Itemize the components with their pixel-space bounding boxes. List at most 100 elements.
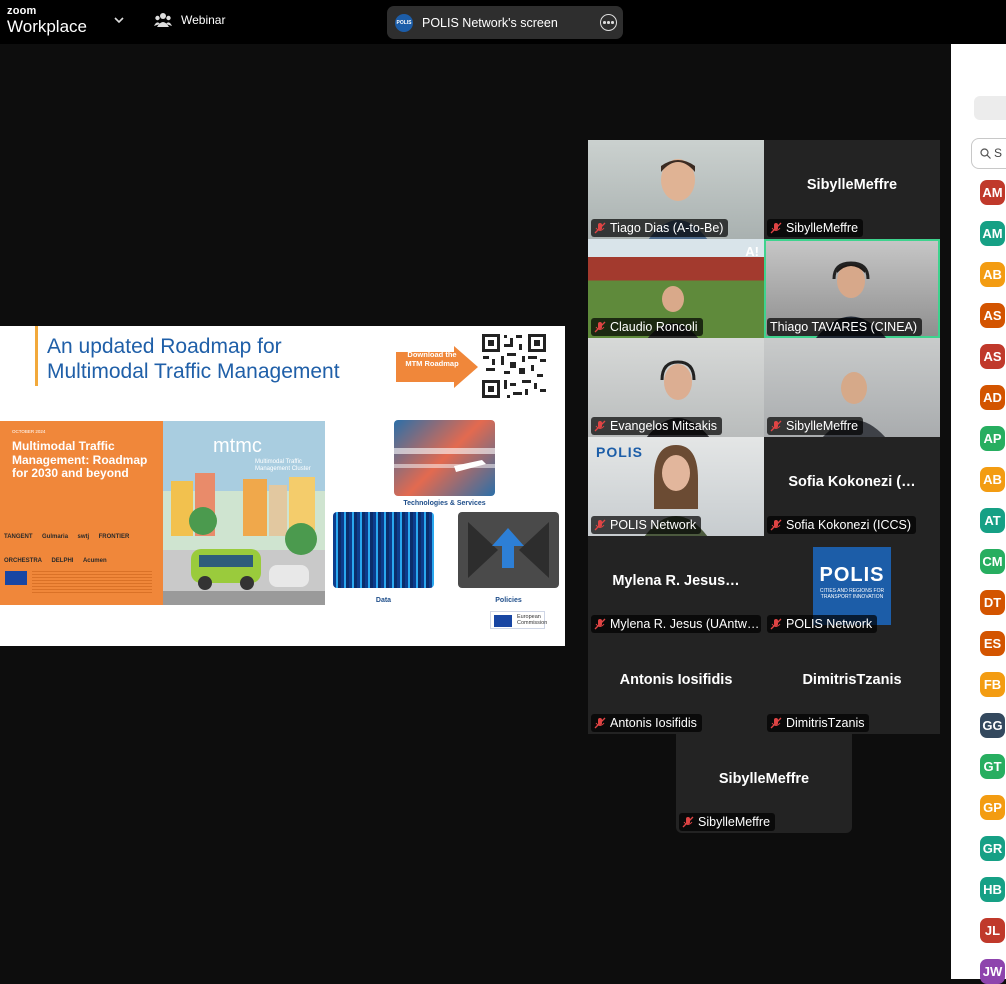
participant-tile[interactable]: Tiago Dias (A-to-Be) — [588, 140, 764, 239]
attendee-avatar[interactable]: AS — [980, 344, 1005, 369]
attendee-avatar[interactable]: HB — [980, 877, 1005, 902]
participant-name: DimitrisTzanis — [786, 716, 865, 730]
participant-name-label: Sofia Kokonezi (ICCS) — [767, 516, 917, 534]
webinar-indicator[interactable]: Webinar — [154, 12, 225, 28]
policies-tile-image — [458, 512, 559, 588]
partner-logo: TANGENT — [4, 534, 33, 540]
attendee-avatar[interactable]: AT — [980, 508, 1005, 533]
participant-tile[interactable]: SibylleMeffre — [764, 338, 940, 437]
muted-mic-icon — [770, 519, 782, 531]
panel-tab[interactable] — [974, 96, 1006, 120]
qr-code-image — [480, 332, 548, 400]
polis-profile-logo: POLIS CITIES AND REGIONS FOR TRANSPORT I… — [813, 547, 891, 625]
muted-mic-icon — [594, 321, 606, 333]
download-roadmap-text: Download the MTM Roadmap — [405, 350, 459, 368]
muted-mic-icon — [682, 816, 694, 828]
participant-display-name: Antonis Iosifidis — [619, 672, 733, 688]
participant-tile[interactable]: Sofia Kokonezi (… Sofia Kokonezi (ICCS) — [764, 437, 940, 536]
participant-tile[interactable]: Evangelos Mitsakis — [588, 338, 764, 437]
muted-mic-icon — [770, 717, 782, 729]
participant-tile[interactable]: A! Claudio Roncoli — [588, 239, 764, 338]
shared-screen-slide: An updated Roadmap for Multimodal Traffi… — [0, 326, 565, 646]
participant-name: Antonis Iosifidis — [610, 716, 697, 730]
partner-logos: TANGENT Gulmaria swtj FRONTIER ORCHESTRA… — [4, 525, 159, 573]
attendee-avatar[interactable]: ES — [980, 631, 1005, 656]
participants-panel: S AM AM AB AS AS AD AP AB AT CM DT ES FB GG GT GP GR HB JL… — [951, 44, 1006, 984]
participant-name: Sofia Kokonezi (ICCS) — [786, 518, 912, 532]
participant-name: Thiago TAVARES (CINEA) — [770, 320, 918, 334]
participant-tile[interactable]: DimitrisTzanis DimitrisTzanis — [764, 635, 940, 734]
technologies-tile-image — [394, 420, 495, 496]
participant-display-name: Sofia Kokonezi (… — [788, 474, 916, 490]
participant-tile[interactable]: Mylena R. Jesus… Mylena R. Jesus (UAntw… — [588, 536, 764, 635]
attendee-avatar[interactable]: GP — [980, 795, 1005, 820]
attendee-avatar[interactable]: AB — [980, 467, 1005, 492]
attendee-avatar[interactable]: JW — [980, 959, 1005, 984]
muted-mic-icon — [594, 717, 606, 729]
participant-name-label: Thiago TAVARES (CINEA) — [767, 318, 923, 336]
screen-share-indicator[interactable]: POLIS POLIS Network's screen — [387, 6, 623, 39]
attendee-avatar[interactable]: FB — [980, 672, 1005, 697]
chevron-down-icon[interactable] — [112, 13, 126, 27]
participant-tile[interactable]: Antonis Iosifidis Antonis Iosifidis — [588, 635, 764, 734]
participant-display-name: SibylleMeffre — [718, 771, 810, 787]
participant-name-label: Mylena R. Jesus (UAntw… — [591, 615, 761, 633]
data-tile-label: Data — [375, 597, 392, 604]
search-icon — [980, 148, 991, 159]
cover-fine-print — [32, 571, 152, 595]
webinar-label: Webinar — [181, 13, 226, 27]
participant-name: SibylleMeffre — [786, 221, 859, 235]
roadmap-cover: OCTOBER 2024 Multimodal Traffic Manageme… — [0, 421, 163, 605]
muted-mic-icon — [594, 618, 606, 630]
partner-logo: swtj — [77, 534, 90, 540]
participant-name-label: SibylleMeffre — [679, 813, 776, 831]
participant-name: SibylleMeffre — [698, 815, 771, 829]
polis-background-logo: POLIS — [596, 444, 644, 460]
eu-text: European Commission — [517, 614, 548, 626]
attendee-avatar[interactable]: AB — [980, 262, 1005, 287]
attendee-avatar[interactable]: AD — [980, 385, 1005, 410]
eu-flag-icon — [5, 571, 27, 585]
attendee-avatar[interactable]: GT — [980, 754, 1005, 779]
participant-name-label: POLIS Network — [767, 615, 878, 633]
muted-mic-icon — [594, 420, 606, 432]
participant-tile[interactable]: SibylleMeffre SibylleMeffre — [764, 140, 940, 239]
attendee-avatar[interactable]: AM — [980, 180, 1005, 205]
participant-name: Evangelos Mitsakis — [610, 419, 717, 433]
participant-display-name: SibylleMeffre — [806, 177, 898, 193]
participant-tile[interactable]: POLIS POLIS Network — [588, 437, 764, 536]
muted-mic-icon — [594, 222, 606, 234]
slide-title-line-1: An updated Roadmap for — [47, 335, 282, 358]
participant-name-label: DimitrisTzanis — [767, 714, 870, 732]
attendee-avatar[interactable]: AM — [980, 221, 1005, 246]
attendee-avatar[interactable]: DT — [980, 590, 1005, 615]
participant-tile-active-speaker[interactable]: Thiago TAVARES (CINEA) — [764, 239, 940, 338]
attendee-avatar[interactable]: CM — [980, 549, 1005, 574]
attendee-avatar[interactable]: JL — [980, 918, 1005, 943]
attendee-avatar[interactable]: AS — [980, 303, 1005, 328]
participant-name: POLIS Network — [786, 617, 873, 631]
share-label: POLIS Network's screen — [422, 15, 558, 30]
zoom-workplace-menu[interactable]: zoom Workplace — [7, 6, 87, 36]
participant-name-label: SibylleMeffre — [767, 417, 864, 435]
participant-tile[interactable]: POLIS CITIES AND REGIONS FOR TRANSPORT I… — [764, 536, 940, 635]
attendee-avatar[interactable]: AP — [980, 426, 1005, 451]
partner-logo: ORCHESTRA — [4, 558, 43, 564]
partner-logo: FRONTIER — [98, 534, 130, 540]
participant-name: Mylena R. Jesus (UAntw… — [610, 617, 760, 631]
participant-tile[interactable]: SibylleMeffre SibylleMeffre — [676, 734, 852, 833]
participant-name: Tiago Dias (A-to-Be) — [610, 221, 724, 235]
more-options-icon[interactable] — [600, 14, 617, 31]
attendee-avatar[interactable]: GR — [980, 836, 1005, 861]
european-commission-logo: European Commission — [490, 611, 548, 629]
muted-mic-icon — [770, 420, 782, 432]
attendee-avatar[interactable]: GG — [980, 713, 1005, 738]
mtmc-subtitle: Multimodal Traffic Management Cluster — [255, 459, 311, 472]
mtmc-illustration: mtmc Multimodal Traffic Management Clust… — [163, 421, 325, 605]
brand-big: Workplace — [7, 17, 87, 36]
participant-name-label: SibylleMeffre — [767, 219, 864, 237]
participant-search-input[interactable]: S — [971, 138, 1006, 169]
polis-logo-tagline: CITIES AND REGIONS FOR TRANSPORT INNOVAT… — [819, 588, 885, 600]
muted-mic-icon — [770, 222, 782, 234]
search-placeholder: S — [994, 146, 1003, 160]
